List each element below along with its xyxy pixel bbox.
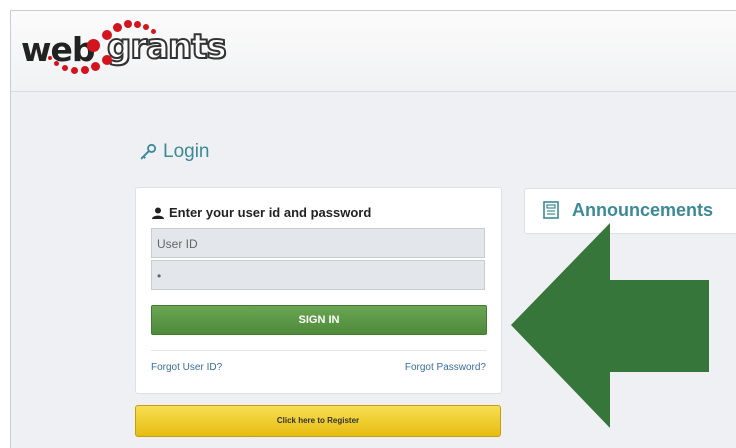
logo-dot	[48, 56, 52, 60]
logo-dot	[81, 66, 89, 74]
login-title: Login	[139, 141, 210, 163]
logo-dot	[113, 23, 122, 32]
login-heading-text: Enter your user id and password	[169, 205, 372, 220]
user-id-input[interactable]: User ID	[151, 228, 485, 258]
logo-dot	[151, 29, 156, 34]
document-icon	[543, 201, 559, 219]
logo-dot	[91, 62, 100, 71]
logo-dot	[143, 24, 149, 30]
logo-dot	[71, 67, 78, 74]
logo-dot	[87, 39, 100, 52]
key-icon	[140, 143, 157, 160]
password-value: •	[157, 269, 162, 283]
sign-in-button[interactable]: SIGN IN	[151, 305, 487, 335]
forgot-password-link[interactable]: Forgot Password?	[405, 362, 486, 373]
user-icon	[152, 207, 164, 219]
logo-dot	[102, 30, 112, 40]
login-card: Enter your user id and password User ID …	[135, 187, 502, 394]
logo-text-grants: grants	[106, 27, 228, 67]
logo-dot	[54, 61, 59, 66]
register-button[interactable]: Click here to Register	[135, 405, 501, 437]
logo-dot	[62, 65, 68, 71]
password-input[interactable]: •	[151, 260, 485, 290]
logo-dot	[102, 55, 112, 65]
site-header: web grants	[11, 11, 736, 92]
forgot-user-id-link[interactable]: Forgot User ID?	[151, 362, 222, 373]
login-heading: Enter your user id and password	[152, 205, 371, 220]
logo-dot	[124, 20, 132, 28]
webgrants-logo[interactable]: web grants	[17, 15, 228, 85]
login-title-text: Login	[163, 141, 210, 162]
browser-viewport: web grants Login Enter your user id and …	[10, 10, 736, 448]
logo-dot	[134, 21, 141, 28]
user-id-placeholder: User ID	[157, 237, 198, 251]
divider	[151, 350, 487, 351]
announcements-label: Announcements	[572, 200, 714, 220]
arrow-left-icon	[511, 223, 709, 428]
